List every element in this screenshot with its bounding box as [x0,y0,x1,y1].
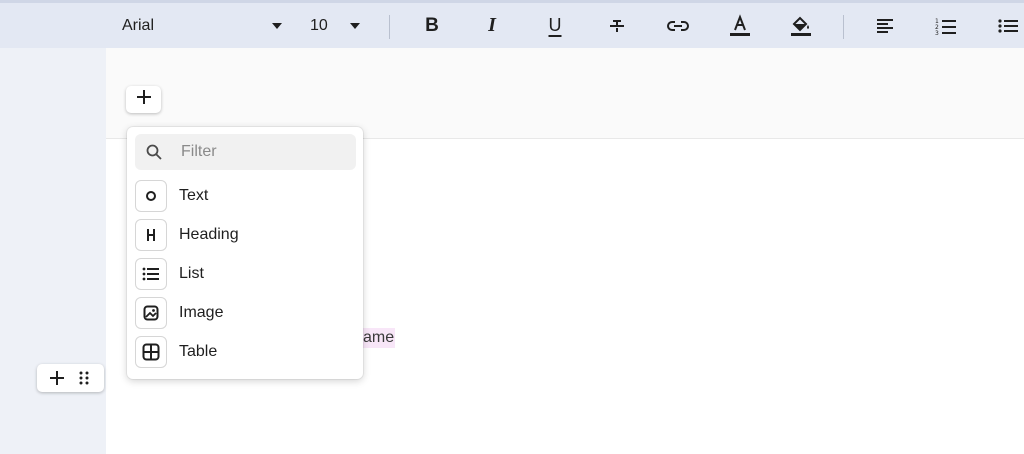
strikethrough-button[interactable] [597,3,637,48]
font-family-value: Arial [122,16,155,34]
list-icon [135,258,167,290]
drag-grip-icon [79,371,89,385]
align-left-button[interactable] [865,3,905,48]
search-icon [145,143,163,161]
fill-color-button[interactable] [781,3,821,48]
text-circle-icon [135,180,167,212]
text-color-button[interactable] [720,3,760,48]
menu-item-label: List [179,265,204,282]
numbered-list-button[interactable]: 1 2 3 [926,3,966,48]
insert-block-menu: Text Heading [127,127,363,379]
toolbar-divider [843,15,844,39]
bold-icon: B [425,14,439,36]
text-color-icon [729,13,751,38]
drag-handle[interactable] [72,366,96,390]
menu-item-label: Image [179,304,224,321]
menu-item-image[interactable]: Image [135,295,356,331]
chevron-down-icon [272,22,282,29]
italic-button[interactable]: I [472,3,512,48]
strikethrough-icon [607,16,627,36]
menu-item-label: Heading [179,226,239,243]
formatting-toolbar: Arial 10 B I U 1 2 3 [0,0,1024,48]
filter-input[interactable] [179,142,343,162]
numbered-list-icon: 1 2 3 [935,16,957,36]
add-block-side-button[interactable] [45,366,69,390]
menu-item-heading[interactable]: Heading [135,217,356,253]
block-side-handle [37,364,104,392]
document-header-band [106,48,1024,139]
bulleted-list-button[interactable] [988,3,1024,48]
chevron-down-icon [350,22,360,29]
heading-h-icon [135,219,167,251]
filter-box [135,134,356,170]
image-icon [135,297,167,329]
menu-item-list[interactable]: List [135,256,356,292]
underline-icon: U [548,15,562,35]
toolbar-divider [389,15,390,39]
svg-text:3: 3 [935,30,939,36]
font-size-select[interactable]: 10 [300,3,368,48]
menu-item-text[interactable]: Text [135,178,356,214]
link-button[interactable] [658,3,698,48]
editor-window: Arial 10 B I U 1 2 3 ame Filter Text Hea… [0,0,1024,454]
menu-item-label: Text [179,187,209,204]
font-size-value: 10 [310,16,328,34]
italic-icon: I [488,14,496,36]
paint-bucket-icon [790,14,812,38]
align-left-icon [875,16,895,36]
menu-item-label: Table [179,343,218,360]
left-gutter [0,48,106,454]
underline-button[interactable]: U [535,3,575,48]
menu-item-table[interactable]: Table [135,334,356,370]
plus-icon [49,371,64,385]
add-block-button[interactable] [126,86,161,113]
document-text[interactable]: ame [362,328,396,348]
bold-button[interactable]: B [412,3,452,48]
bulleted-list-icon [998,16,1020,36]
font-family-select[interactable]: Arial [112,3,292,48]
link-icon [666,16,690,36]
plus-icon [136,90,151,109]
table-icon [135,336,167,368]
